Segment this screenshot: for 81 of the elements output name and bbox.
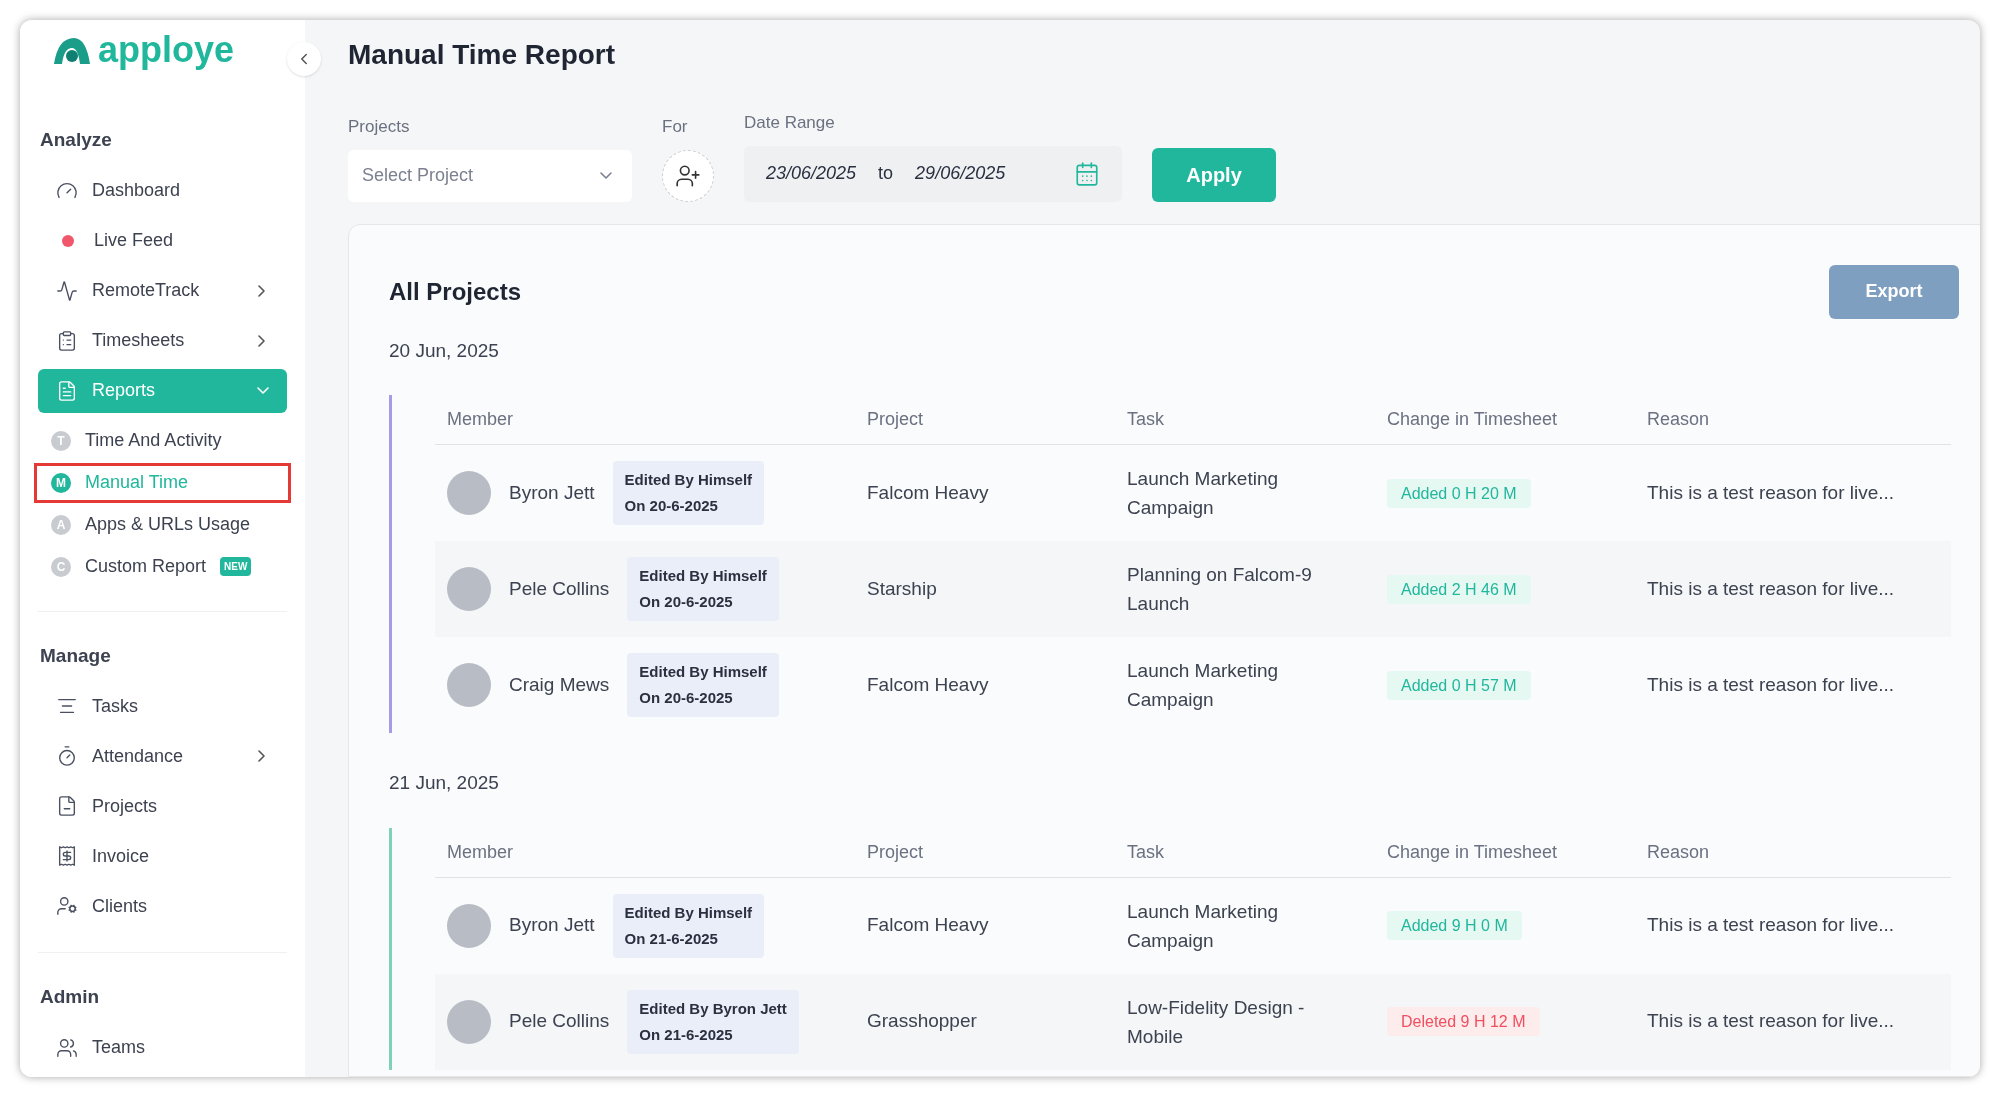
sidebar-item[interactable]: Projects: [38, 784, 287, 828]
reason-cell-text: This is a test reason for live...: [1647, 1009, 1896, 1034]
member-name: Pele Collins: [509, 576, 610, 601]
sidebar-item[interactable]: RemoteTrack: [38, 268, 287, 313]
letter-badge: M: [51, 472, 71, 493]
reason-cell-text: This is a test reason for live...: [1647, 672, 1896, 697]
task-cell-text: Launch Marketing Campaign: [1127, 899, 1280, 953]
users-icon: [56, 1036, 78, 1059]
page-title: Manual Time Report: [348, 38, 617, 72]
section-title: Analyze: [39, 128, 113, 152]
column-header: Task: [1127, 840, 1165, 864]
group-date: 21 Jun, 2025: [389, 771, 500, 795]
avatar-placeholder: [447, 903, 491, 948]
sidebar-item[interactable]: Invoice: [38, 834, 287, 878]
edited-badge: Edited By Himself On 20-6-2025: [627, 653, 779, 717]
task-cell-text: Low-Fidelity Design - Mobile: [1127, 995, 1306, 1049]
sidebar-item[interactable]: Clients: [38, 884, 287, 928]
sidebar-item[interactable]: Dashboard: [38, 168, 287, 213]
pulse-icon: [56, 279, 78, 302]
change-badge: Added 0 H 20 M: [1387, 478, 1531, 508]
change-badge: Added 9 H 0 M: [1387, 911, 1522, 941]
user-add-icon: [675, 162, 701, 189]
field-label: Projects: [348, 116, 411, 138]
avatar-placeholder: [447, 471, 491, 515]
avatar-placeholder: [447, 663, 491, 707]
sidebar-item[interactable]: Tasks: [38, 684, 287, 728]
invoice-icon: [56, 845, 78, 867]
edited-badge: Edited By Himself On 20-6-2025: [612, 461, 765, 525]
section-title: All Projects: [389, 276, 522, 307]
avatar-placeholder: [447, 567, 491, 611]
project-select[interactable]: Select Project: [348, 149, 632, 202]
section-title: Admin: [39, 985, 101, 1009]
project-cell-text: Starship: [867, 576, 938, 601]
reason-cell-text: This is a test reason for live...: [1647, 480, 1896, 505]
date-range-field[interactable]: 23/06/2025 to 29/06/2025: [744, 145, 1122, 202]
brand-name: apploye: [98, 32, 235, 68]
member-name: Craig Mews: [509, 672, 610, 697]
new-badge: NEW: [220, 557, 252, 576]
task-cell-text: Launch Marketing Campaign: [1127, 467, 1280, 520]
project-cell-text: Falcom Heavy: [867, 672, 990, 697]
column-header: Change in Timesheet: [1387, 408, 1559, 431]
file-icon: [56, 795, 78, 817]
member-name: Pele Collins: [509, 1009, 610, 1034]
project-cell-text: Falcom Heavy: [867, 913, 990, 938]
change-badge: Added 2 H 46 M: [1387, 574, 1531, 604]
field-label: For: [662, 116, 689, 138]
group-date: 20 Jun, 2025: [389, 338, 500, 363]
project-cell-text: Falcom Heavy: [867, 480, 990, 505]
chevron-down-icon: [600, 172, 612, 179]
column-header: Project: [867, 840, 925, 864]
column-header: Project: [867, 408, 925, 431]
column-header: Change in Timesheet: [1387, 840, 1559, 864]
avatar-placeholder: [447, 999, 491, 1044]
column-header: Member: [447, 840, 514, 864]
edited-badge: Edited By Himself On 20-6-2025: [627, 557, 779, 621]
sidebar-item[interactable]: Attendance: [38, 734, 287, 778]
sidebar-item[interactable]: Teams: [38, 1025, 287, 1070]
calendar-icon: [1074, 160, 1100, 187]
reason-cell-text: This is a test reason for live...: [1647, 913, 1896, 938]
column-header: Reason: [1647, 840, 1711, 864]
sidebar-item[interactable]: Timesheets: [38, 318, 287, 363]
column-header: Member: [447, 408, 514, 431]
change-badge: Deleted 9 H 12 M: [1387, 1007, 1540, 1037]
edited-badge: Edited By Byron Jett On 21-6-2025: [627, 989, 799, 1054]
field-label: Date Range: [744, 112, 836, 134]
member-name: Byron Jett: [509, 480, 595, 505]
change-badge: Added 0 H 57 M: [1387, 670, 1531, 700]
project-cell-text: Grasshopper: [867, 1009, 978, 1034]
edited-badge: Edited By Himself On 21-6-2025: [612, 893, 765, 958]
member-name: Byron Jett: [509, 913, 595, 938]
sidebar-item[interactable]: Live Feed: [38, 218, 287, 263]
column-header: Reason: [1647, 408, 1711, 431]
column-header: Task: [1127, 408, 1165, 431]
section-title: Manage: [39, 643, 112, 668]
task-cell-text: Launch Marketing Campaign: [1127, 659, 1280, 712]
timer-icon: [56, 745, 78, 767]
document-icon: [56, 379, 78, 402]
user-icon: [56, 895, 78, 917]
clipboard-icon: [56, 329, 78, 352]
task-cell-text: Planning on Falcom-9 Launch: [1127, 563, 1313, 616]
reason-cell-text: This is a test reason for live...: [1647, 576, 1896, 601]
